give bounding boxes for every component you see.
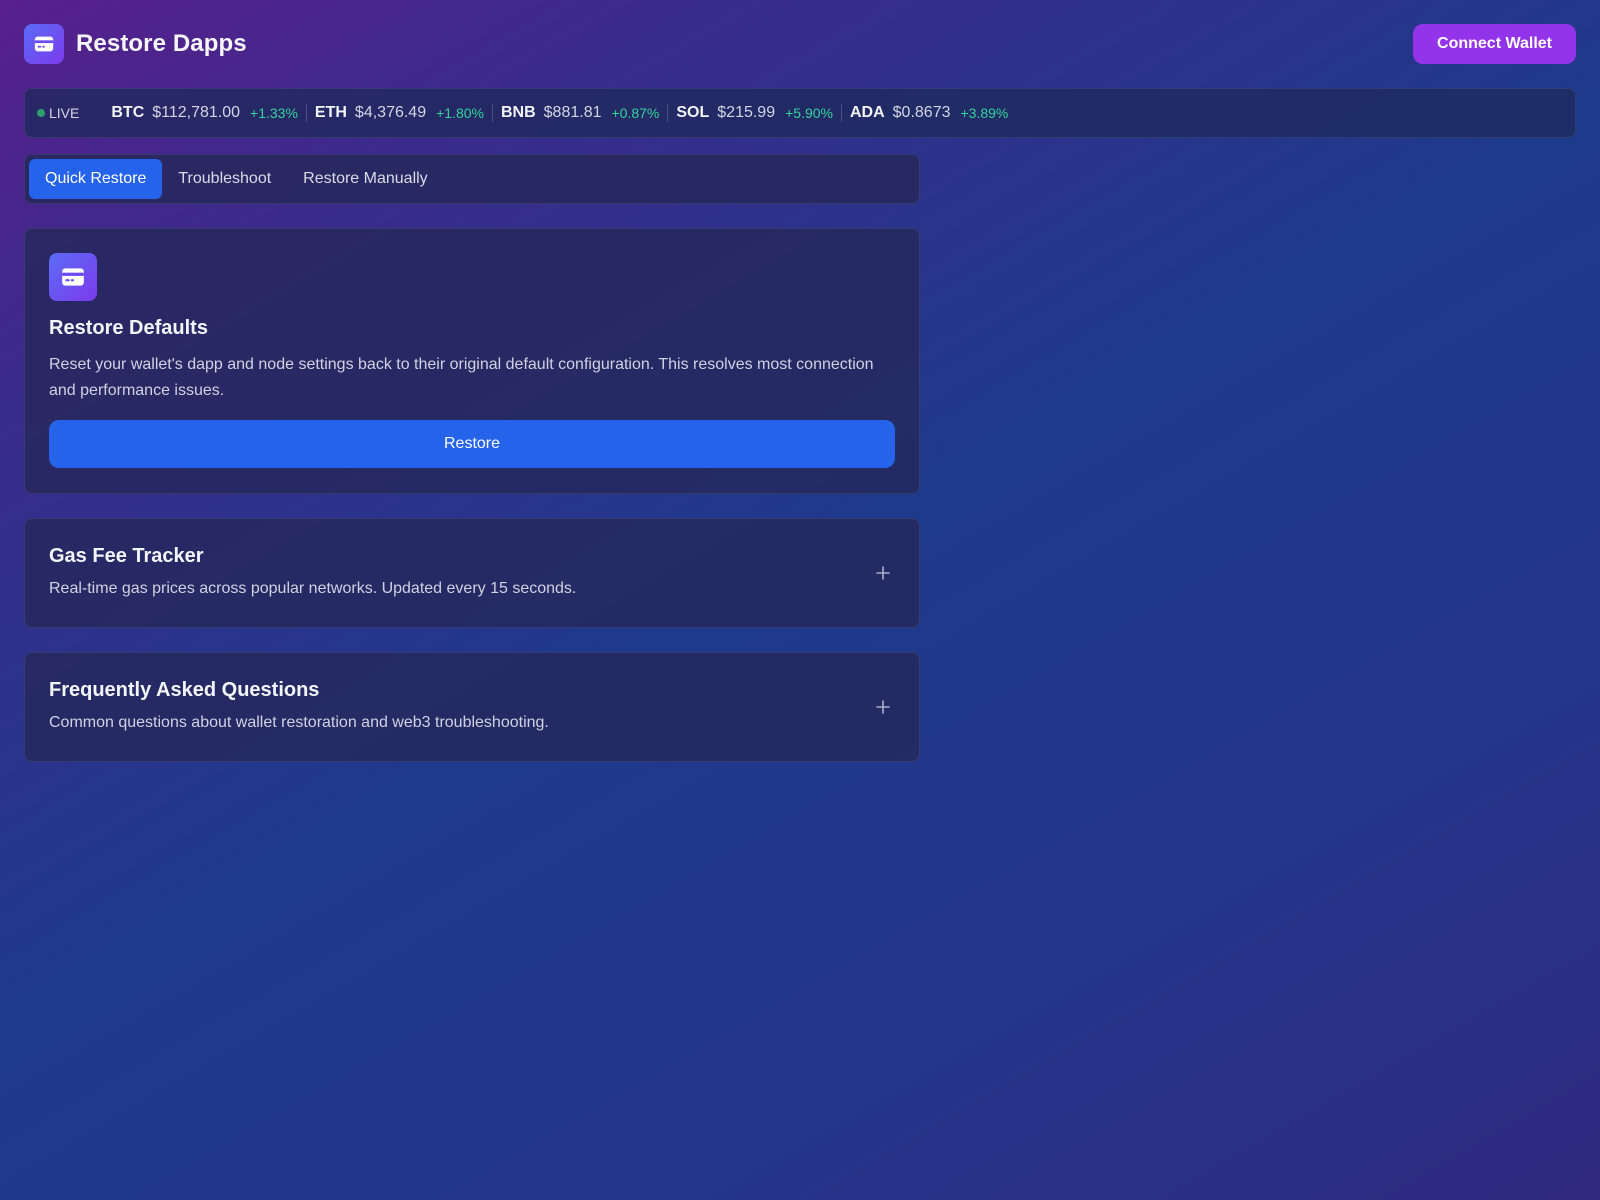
coin-change: +5.90%	[785, 105, 833, 121]
faq-card-description: Common questions about wallet restoratio…	[49, 713, 549, 731]
ticker-item-sol: SOL $215.99 +5.90%	[667, 104, 841, 122]
plus-icon[interactable]	[873, 563, 893, 583]
credit-card-icon	[49, 253, 97, 301]
faq-card-text: Frequently Asked Questions Common questi…	[49, 679, 549, 736]
gas-card-title: Gas Fee Tracker	[49, 544, 204, 567]
connect-wallet-button[interactable]: Connect Wallet	[1413, 24, 1576, 64]
coin-change: +0.87%	[611, 105, 660, 121]
coin-symbol: ADA	[849, 104, 885, 121]
coin-symbol: BNB	[500, 104, 536, 121]
coin-change: +1.80%	[436, 105, 484, 121]
restore-card-title: Restore Defaults	[49, 317, 208, 339]
gas-fee-tracker-card[interactable]: Gas Fee Tracker Real-time gas prices acr…	[24, 518, 920, 628]
gas-card-description: Real-time gas prices across popular netw…	[49, 579, 577, 597]
plus-icon[interactable]	[873, 697, 893, 717]
price-ticker: LIVE BTC $112,781.00 +1.33% ETH $4,376.4…	[24, 88, 1576, 138]
live-indicator: LIVE	[37, 105, 79, 121]
ticker-item-ada: ADA $0.8673 +3.89%	[840, 104, 1016, 122]
tab-bar: Quick Restore Troubleshoot Restore Manua…	[24, 154, 920, 204]
restore-button[interactable]: Restore	[49, 420, 895, 468]
live-label: LIVE	[49, 105, 80, 121]
ticker-item-eth: ETH $4,376.49 +1.80%	[305, 104, 492, 122]
credit-card-icon	[24, 24, 64, 64]
coin-change: +1.33%	[250, 105, 298, 121]
coin-price: $0.8673	[892, 104, 951, 121]
ticker-item-btc: BTC $112,781.00 +1.33%	[103, 104, 306, 122]
coin-change: +3.89%	[960, 105, 1009, 121]
coin-symbol: ETH	[314, 104, 347, 121]
coin-symbol: BTC	[111, 104, 145, 121]
tab-restore-manually[interactable]: Restore Manually	[287, 159, 444, 199]
faq-card[interactable]: Frequently Asked Questions Common questi…	[24, 652, 920, 762]
coin-price: $881.81	[543, 104, 602, 121]
restore-defaults-card: Restore Defaults Reset your wallet's dap…	[24, 228, 920, 494]
coin-symbol: SOL	[676, 104, 710, 121]
ticker-item-bnb: BNB $881.81 +0.87%	[491, 104, 667, 122]
faq-card-title: Frequently Asked Questions	[49, 678, 320, 701]
brand[interactable]: Restore Dapps	[24, 24, 247, 64]
live-dot-icon	[37, 109, 45, 117]
coin-price: $112,781.00	[152, 104, 241, 121]
gas-card-text: Gas Fee Tracker Real-time gas prices acr…	[49, 545, 576, 602]
app-title: Restore Dapps	[76, 30, 247, 57]
coin-price: $4,376.49	[354, 104, 427, 121]
tab-troubleshoot[interactable]: Troubleshoot	[162, 159, 287, 199]
app-header: Restore Dapps Connect Wallet	[24, 24, 1576, 64]
restore-card-description: Reset your wallet's dapp and node settin…	[49, 356, 874, 399]
coin-price: $215.99	[717, 104, 776, 121]
tab-quick-restore[interactable]: Quick Restore	[29, 159, 163, 199]
